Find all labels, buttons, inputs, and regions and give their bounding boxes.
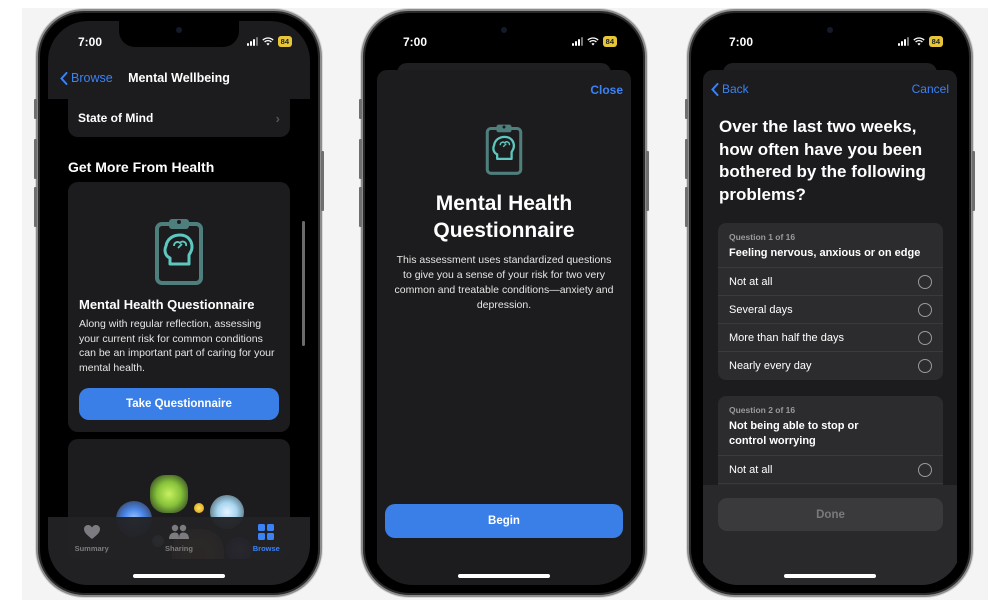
- people-icon: [168, 524, 189, 539]
- question-text: Not being able to stop or control worryi…: [729, 420, 859, 447]
- radio-button[interactable]: [918, 330, 932, 345]
- dynamic-notch: [444, 21, 564, 47]
- section-heading: Get More From Health: [68, 159, 215, 175]
- status-time: 7:00: [729, 35, 754, 49]
- home-indicator[interactable]: [458, 574, 550, 578]
- option-label: More than half the days: [729, 331, 844, 344]
- tab-label: Summary: [74, 544, 109, 553]
- clipboard-brain-icon: [485, 122, 523, 181]
- chevron-left-icon: [711, 82, 719, 96]
- dynamic-notch: [770, 21, 890, 47]
- chevron-right-icon: ›: [275, 110, 280, 126]
- grid-icon: [258, 524, 275, 540]
- modal-sheet: Back Cancel Over the last two weeks, how…: [703, 70, 957, 585]
- wifi-icon: [262, 37, 274, 46]
- home-indicator[interactable]: [133, 574, 225, 578]
- heart-icon: [83, 525, 100, 539]
- option-row[interactable]: Not at all: [718, 456, 943, 484]
- phone-questionnaire-intro: 7:00 84 Close Mental Health Questionnair…: [359, 9, 649, 597]
- option-label: Several days: [729, 303, 793, 316]
- nav-title: Mental Wellbeing: [128, 71, 230, 85]
- intro-description: This assessment uses standardized questi…: [394, 254, 614, 311]
- card-title: Mental Health Questionnaire: [79, 297, 255, 312]
- home-indicator[interactable]: [784, 574, 876, 578]
- modal-sheet: Close Mental Health Questionnaire This a…: [377, 70, 631, 585]
- tab-summary[interactable]: Summary: [52, 523, 132, 585]
- screen: 7:00 84 Close Mental Health Questionnair…: [373, 21, 635, 585]
- phone-mental-wellbeing: 7:00 84 Browse Mental Wellbeing State of…: [34, 9, 324, 597]
- tab-label: Sharing: [165, 544, 193, 553]
- option-label: Not at all: [729, 275, 773, 288]
- close-button[interactable]: Close: [590, 83, 623, 97]
- card-description: Along with regular reflection, assessing…: [79, 318, 275, 374]
- option-row[interactable]: Nearly every day: [718, 352, 943, 380]
- wifi-icon: [587, 37, 599, 46]
- done-button[interactable]: Done: [718, 498, 943, 531]
- footer-bar: Done: [703, 485, 957, 585]
- battery-icon: 84: [277, 36, 292, 47]
- row-label: State of Mind: [78, 111, 154, 125]
- wifi-icon: [913, 37, 925, 46]
- radio-button[interactable]: [918, 274, 932, 289]
- radio-button[interactable]: [918, 359, 932, 373]
- back-label: Back: [722, 82, 749, 96]
- clipboard-brain-icon: [154, 216, 204, 291]
- begin-button[interactable]: Begin: [385, 504, 623, 538]
- option-label: Nearly every day: [729, 360, 812, 372]
- tab-browse[interactable]: Browse: [226, 523, 306, 585]
- state-of-mind-row[interactable]: State of Mind ›: [68, 99, 290, 137]
- flower-green-icon: [150, 475, 188, 513]
- status-time: 7:00: [403, 35, 428, 49]
- status-time: 7:00: [78, 35, 103, 49]
- option-label: Not at all: [729, 463, 773, 476]
- question-number: Question 1 of 16: [729, 232, 796, 242]
- option-row[interactable]: Several days: [718, 296, 943, 324]
- battery-icon: 84: [928, 36, 943, 47]
- screen: 7:00 84 Browse Mental Wellbeing State of…: [48, 21, 310, 585]
- radio-button[interactable]: [918, 462, 932, 477]
- option-row[interactable]: More than half the days: [718, 324, 943, 352]
- screen: 7:00 84 Back Cancel Over the last two we…: [699, 21, 961, 585]
- battery-icon: 84: [602, 36, 617, 47]
- question-number: Question 2 of 16: [729, 405, 796, 415]
- scrollbar[interactable]: [302, 221, 305, 346]
- cancel-button[interactable]: Cancel: [912, 82, 949, 96]
- signal-icon: [897, 37, 909, 46]
- flower-yellow-icon: [194, 503, 204, 513]
- intro-title: Mental Health Questionnaire: [433, 192, 575, 242]
- signal-icon: [246, 37, 258, 46]
- question-card: Question 1 of 16 Feeling nervous, anxiou…: [718, 223, 943, 380]
- question-heading: Over the last two weeks, how often have …: [719, 117, 926, 204]
- dynamic-notch: [119, 21, 239, 47]
- questionnaire-card: Mental Health Questionnaire Along with r…: [68, 182, 290, 432]
- take-questionnaire-button[interactable]: Take Questionnaire: [79, 388, 279, 420]
- option-row[interactable]: Not at all: [718, 268, 943, 296]
- phone-questionnaire-questions: 7:00 84 Back Cancel Over the last two we…: [685, 9, 975, 597]
- signal-icon: [571, 37, 583, 46]
- question-text: Feeling nervous, anxious or on edge: [729, 247, 921, 259]
- tab-label: Browse: [252, 544, 280, 553]
- radio-button[interactable]: [918, 302, 932, 317]
- back-button[interactable]: Back: [711, 82, 749, 96]
